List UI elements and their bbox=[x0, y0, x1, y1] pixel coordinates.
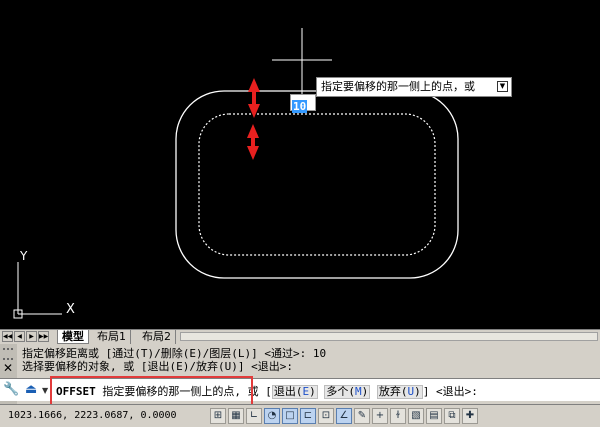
bracket-close: ] bbox=[422, 385, 430, 398]
ucs-x-label: X bbox=[66, 302, 75, 317]
status-bar: 1023.1666, 2223.0687, 0.0000 ⊞ ▦ ∟ ◔ □ ⊏… bbox=[0, 404, 600, 427]
ducs-icon[interactable]: ⊡ bbox=[318, 408, 334, 424]
offset-arrow-down-icon bbox=[247, 124, 259, 160]
offset-command-icon[interactable]: ⏏ bbox=[25, 382, 37, 397]
model-space-icon[interactable]: ⧉ bbox=[444, 408, 460, 424]
option-undo[interactable]: 放弃(U) bbox=[376, 385, 423, 399]
grid-icon[interactable]: ▦ bbox=[228, 408, 244, 424]
horizontal-scrollbar[interactable] bbox=[180, 332, 598, 341]
command-history: 指定偏移距离或 [通过(T)/删除(E)/图层(L)] <通过>: 10 选择要… bbox=[22, 347, 592, 373]
chevron-down-icon[interactable]: ▼ bbox=[42, 386, 48, 395]
down-arrow-icon[interactable]: ▼ bbox=[497, 81, 508, 92]
otrack-icon[interactable]: ⊏ bbox=[300, 408, 316, 424]
snap-icon[interactable]: ⊞ bbox=[210, 408, 226, 424]
ortho-icon[interactable]: ∟ bbox=[246, 408, 262, 424]
option-exit[interactable]: 退出(E) bbox=[271, 385, 318, 399]
command-default: <退出>: bbox=[436, 385, 478, 398]
drawing-canvas[interactable]: Y X 指定要偏移的那一侧上的点，或 ▼ 10 bbox=[0, 0, 600, 329]
close-icon[interactable]: ✕ bbox=[3, 361, 13, 375]
ucs-icon: Y X bbox=[13, 249, 75, 319]
history-line: 指定偏移距离或 [通过(T)/删除(E)/图层(L)] <通过>: 10 bbox=[22, 347, 327, 360]
distance-input-value: 10 bbox=[292, 100, 308, 113]
settings-icon[interactable]: ✚ bbox=[462, 408, 478, 424]
tab-model[interactable]: 模型 bbox=[57, 330, 89, 344]
coordinate-readout[interactable]: 1023.1666, 2223.0687, 0.0000 bbox=[8, 410, 177, 421]
first-icon[interactable]: ◀◀ bbox=[2, 331, 13, 342]
original-rounded-rectangle[interactable] bbox=[175, 90, 459, 279]
dynamic-prompt-tooltip: 指定要偏移的那一侧上的点，或 ▼ bbox=[316, 77, 512, 97]
last-icon[interactable]: ▶▶ bbox=[38, 331, 49, 342]
option-multiple[interactable]: 多个(M) bbox=[324, 385, 371, 399]
layout-tab-bar: ◀◀ ◀ ▶ ▶▶ 模型 布局1 布局2 bbox=[0, 329, 600, 344]
drawing-svg: Y X bbox=[13, 28, 459, 319]
transparency-icon[interactable]: + bbox=[372, 408, 388, 424]
next-icon[interactable]: ▶ bbox=[26, 331, 37, 342]
ucs-y-label: Y bbox=[19, 249, 28, 263]
polar-icon[interactable]: ◔ bbox=[264, 408, 280, 424]
history-line: 选择要偏移的对象, 或 [退出(E)/放弃(U)] <退出>: bbox=[22, 360, 293, 373]
grip-icon[interactable] bbox=[3, 348, 13, 360]
lineweight-icon[interactable]: ✎ bbox=[354, 408, 370, 424]
distance-input[interactable]: 10 bbox=[290, 94, 316, 113]
bracket-open: [ bbox=[265, 385, 272, 398]
offset-preview-rectangle bbox=[198, 113, 436, 256]
annotation-highlight-box bbox=[50, 376, 253, 407]
offset-arrow-up-icon bbox=[248, 78, 260, 118]
wrench-icon[interactable]: 🔧 bbox=[3, 382, 19, 397]
tooltip-prompt-text: 指定要偏移的那一侧上的点，或 bbox=[321, 80, 475, 93]
prev-icon[interactable]: ◀ bbox=[14, 331, 25, 342]
osnap-icon[interactable]: □ bbox=[282, 408, 298, 424]
selection-cycling-icon[interactable]: ▧ bbox=[408, 408, 424, 424]
quickprops-icon[interactable]: ɫ bbox=[390, 408, 406, 424]
dyn-icon[interactable]: ∠ bbox=[336, 408, 352, 424]
annotation-monitor-icon[interactable]: ▤ bbox=[426, 408, 442, 424]
tab-layout1[interactable]: 布局1 bbox=[93, 330, 131, 344]
tab-layout2[interactable]: 布局2 bbox=[138, 330, 176, 344]
